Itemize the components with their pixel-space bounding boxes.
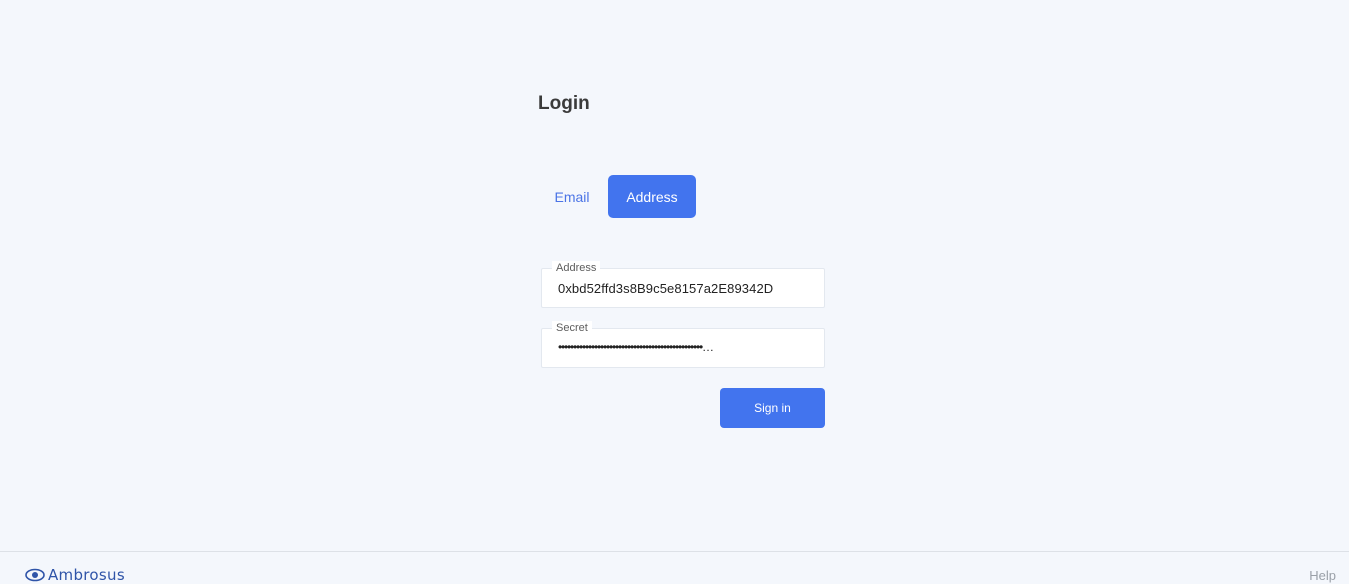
secret-field[interactable]: Secret •••••••••••••••••••••••••••••••••… xyxy=(541,321,825,368)
address-field-label: Address xyxy=(552,261,601,275)
tab-email[interactable]: Email xyxy=(540,175,604,218)
tab-address[interactable]: Address xyxy=(608,175,696,218)
sign-in-button[interactable]: Sign in xyxy=(720,388,825,428)
brand-logo[interactable]: Ambrosus xyxy=(25,566,125,584)
address-field[interactable]: Address 0xbd52ffd3s8B9c5e8157a2E89342D xyxy=(541,261,825,308)
footer: Ambrosus Help xyxy=(0,551,1349,584)
login-method-tabs: Email Address xyxy=(540,175,696,218)
login-page: Login Email Address Address 0xbd52ffd3s8… xyxy=(0,0,1349,584)
brand-name: Ambrosus xyxy=(48,566,125,584)
page-title: Login xyxy=(538,93,590,114)
help-link[interactable]: Help xyxy=(1309,568,1336,583)
address-input[interactable]: 0xbd52ffd3s8B9c5e8157a2E89342D xyxy=(558,281,794,296)
secret-field-label: Secret xyxy=(552,321,592,335)
eye-icon xyxy=(25,568,45,582)
secret-input[interactable]: ••••••••••••••••••••••••••••••••••••••••… xyxy=(558,340,794,354)
